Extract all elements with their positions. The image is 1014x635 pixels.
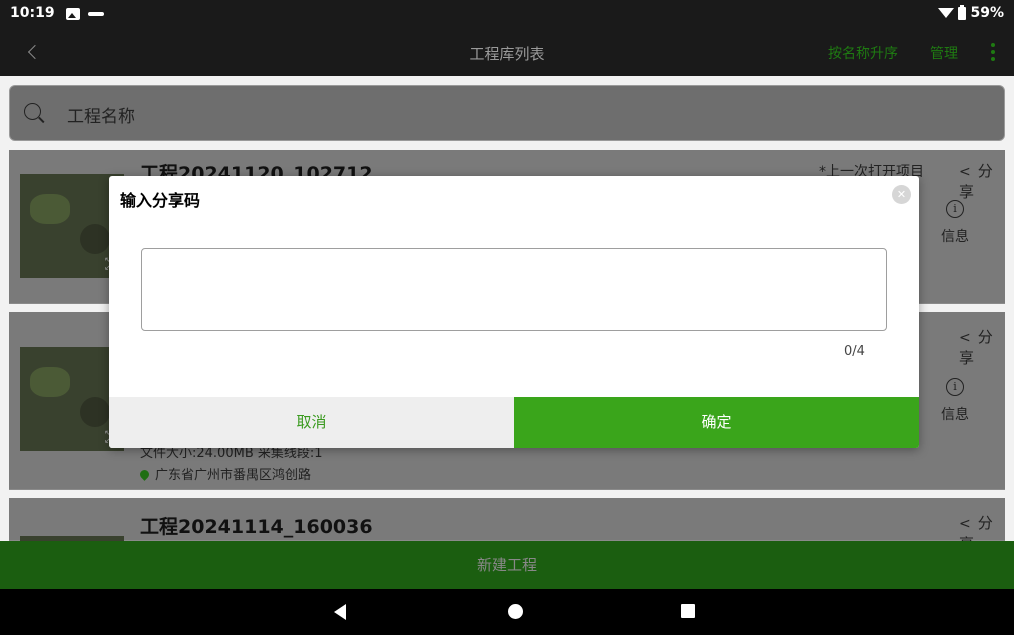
share-button[interactable]: < 分享 bbox=[959, 160, 1005, 202]
usb-icon bbox=[88, 12, 104, 16]
share-icon: < bbox=[959, 516, 971, 532]
search-input[interactable]: 工程名称 bbox=[67, 102, 135, 127]
battery-percent: 59% bbox=[970, 5, 1004, 21]
nav-recents-icon[interactable] bbox=[681, 604, 695, 618]
search-bar[interactable]: 工程名称 bbox=[9, 85, 1005, 141]
project-address: 广东省广州市番禺区鸿创路 bbox=[138, 464, 311, 483]
info-button[interactable]: i 信息 bbox=[935, 200, 975, 246]
location-pin-icon bbox=[138, 468, 151, 481]
confirm-button[interactable]: 确定 bbox=[514, 397, 919, 448]
wifi-icon bbox=[938, 8, 955, 18]
manage-button[interactable]: 管理 bbox=[930, 43, 958, 63]
share-icon: < bbox=[959, 330, 971, 346]
system-nav-bar bbox=[0, 589, 1014, 635]
new-project-button[interactable]: 新建工程 bbox=[0, 541, 1014, 589]
project-card[interactable]: 工程20241114_160036 < 分享 bbox=[9, 498, 1005, 635]
nav-back-icon[interactable] bbox=[334, 604, 346, 620]
info-icon: i bbox=[946, 378, 964, 396]
more-vertical-icon[interactable] bbox=[990, 43, 996, 63]
share-code-input[interactable] bbox=[141, 248, 887, 331]
nav-home-icon[interactable] bbox=[508, 604, 523, 619]
share-code-dialog: 输入分享码 ✕ 0/4 取消 确定 bbox=[109, 176, 919, 448]
info-label: 信息 bbox=[941, 229, 969, 245]
dialog-title: 输入分享码 bbox=[120, 191, 201, 210]
status-bar: 10:19 59% bbox=[0, 0, 1014, 30]
sort-button[interactable]: 按名称升序 bbox=[828, 43, 898, 63]
cancel-button[interactable]: 取消 bbox=[109, 397, 514, 448]
info-label: 信息 bbox=[941, 407, 969, 423]
app-bar: 工程库列表 按名称升序 管理 bbox=[0, 30, 1014, 76]
project-name: 工程20241114_160036 bbox=[140, 516, 373, 538]
char-counter: 0/4 bbox=[844, 344, 865, 359]
battery-icon bbox=[958, 4, 967, 20]
close-icon[interactable]: ✕ bbox=[892, 185, 911, 204]
gallery-icon bbox=[66, 8, 80, 20]
info-button[interactable]: i 信息 bbox=[935, 378, 975, 424]
share-button[interactable]: < 分享 bbox=[959, 326, 1005, 368]
status-time: 10:19 bbox=[10, 5, 55, 21]
info-icon: i bbox=[946, 200, 964, 218]
share-icon: < bbox=[959, 164, 971, 180]
search-icon bbox=[24, 103, 46, 125]
